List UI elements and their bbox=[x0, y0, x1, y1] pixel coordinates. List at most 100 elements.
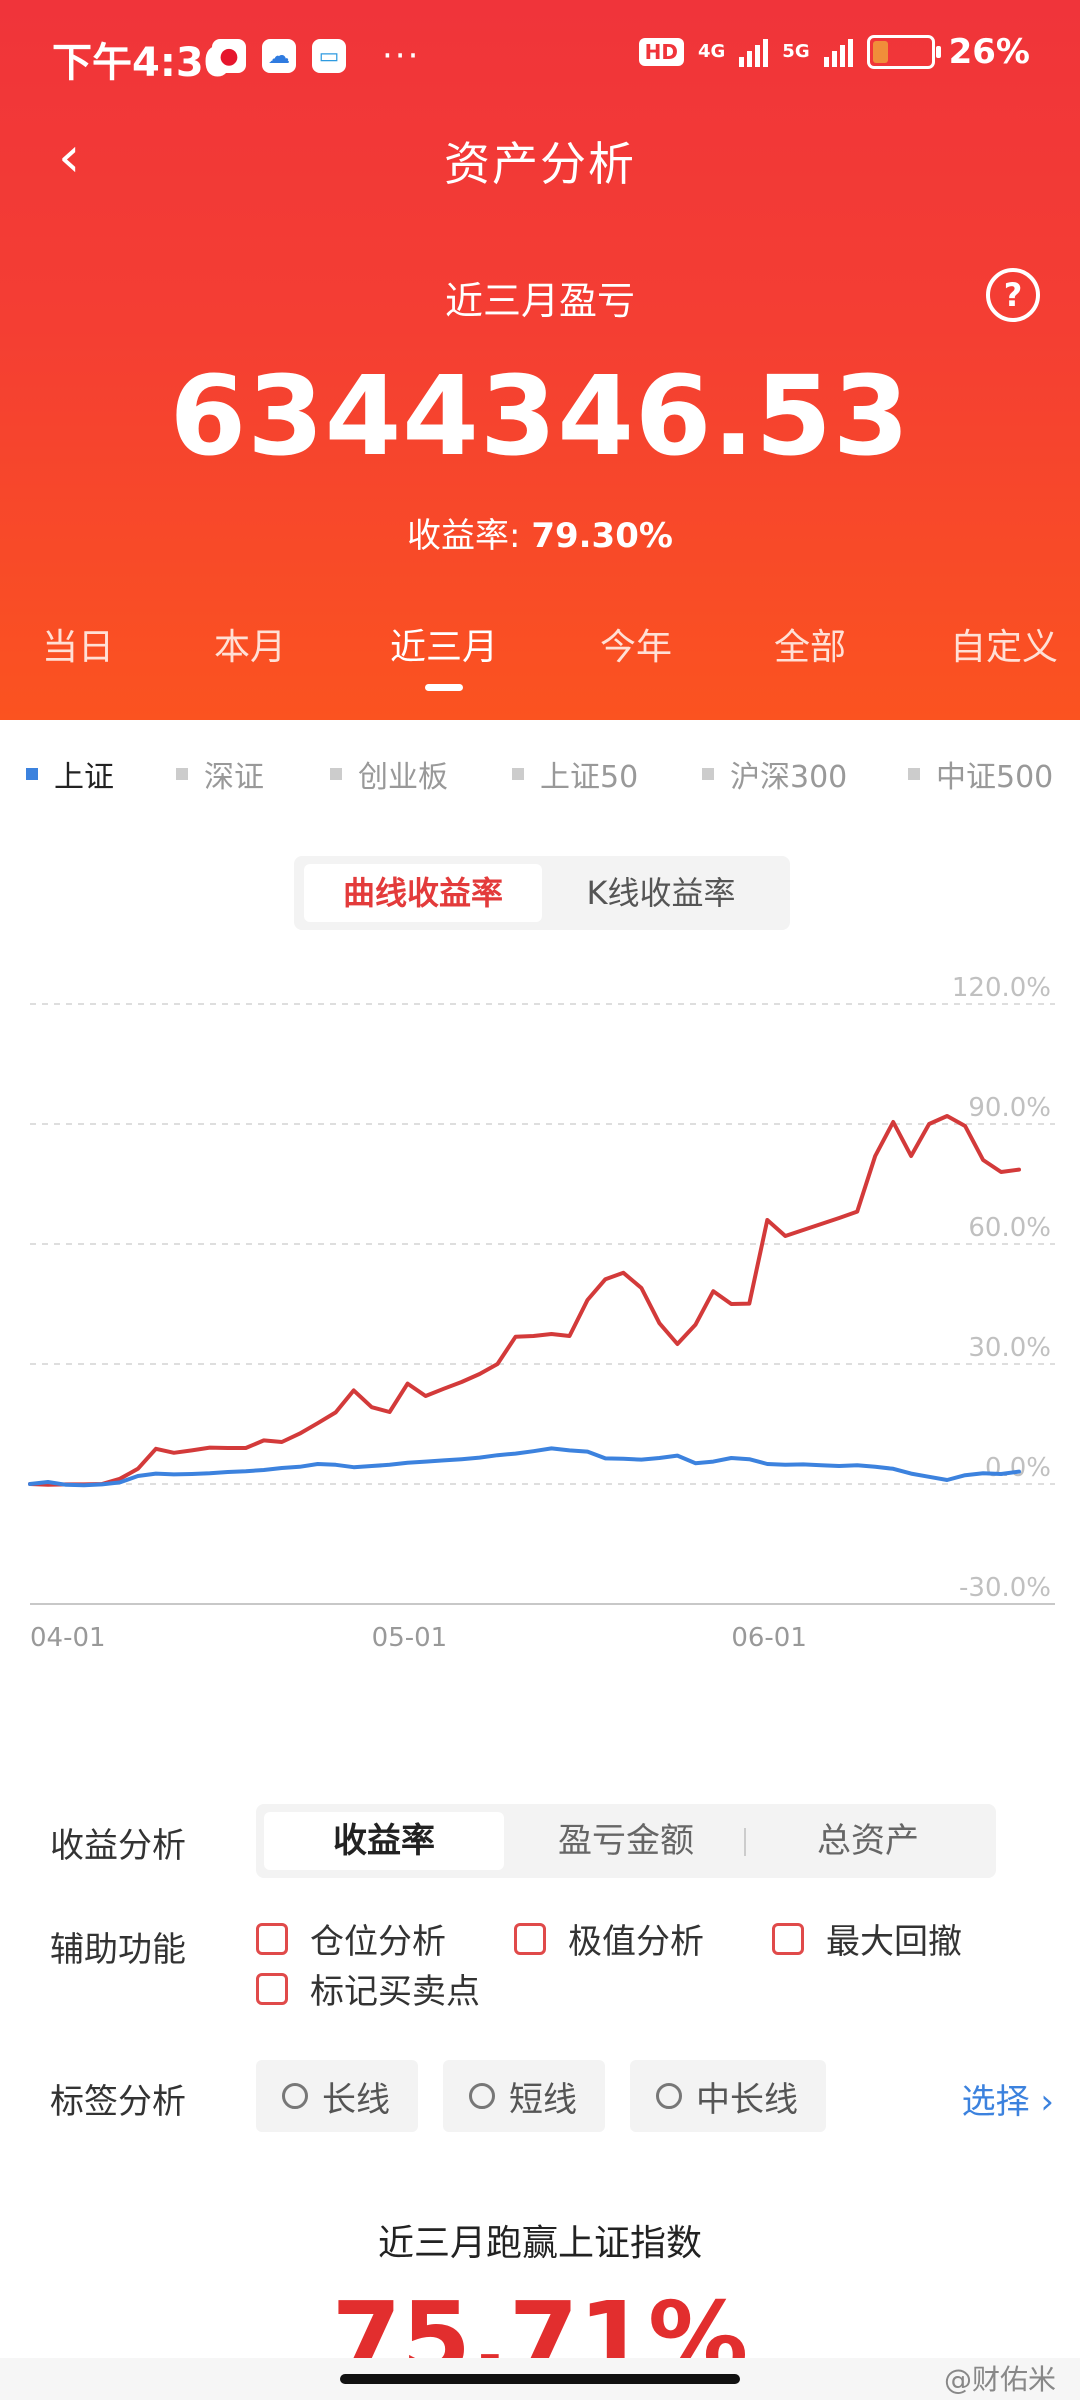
status-time: 下午4:30 bbox=[52, 40, 232, 86]
index-sse50[interactable]: 上证50 bbox=[512, 752, 638, 796]
legend-square bbox=[512, 768, 524, 780]
x-tick-label: 05-01 bbox=[372, 1623, 448, 1653]
index-label: 沪深300 bbox=[730, 760, 848, 795]
page-title: 资产分析 bbox=[444, 137, 636, 191]
checkbox-box bbox=[256, 1972, 288, 2005]
curve-return-button[interactable]: 曲线收益率 bbox=[304, 864, 542, 922]
signal-4g-icon bbox=[739, 37, 769, 67]
weibo-icon: ● bbox=[212, 39, 246, 73]
mark-trades-checkbox[interactable]: 标记买卖点 bbox=[256, 1964, 480, 2013]
analysis-label: 收益分析 bbox=[50, 1826, 186, 1866]
x-tick-label: 06-01 bbox=[731, 1623, 807, 1653]
index-selector: 上证 深证 创业板 上证50 沪深300 中证500 bbox=[0, 752, 1080, 802]
cloud-drive-icon: ☁ bbox=[262, 39, 296, 73]
extreme-analysis-checkbox[interactable]: 极值分析 bbox=[514, 1914, 704, 1963]
divider bbox=[744, 1828, 746, 1856]
status-bar: 下午4:30 ● ☁ ▭ ··· HD 4G 5G 26% bbox=[0, 0, 1080, 110]
legend-square bbox=[330, 768, 342, 780]
analysis-rate-button[interactable]: 收益率 bbox=[264, 1812, 504, 1870]
return-rate-label: 收益率: bbox=[407, 516, 521, 556]
chart-mode-toggle: 曲线收益率 K线收益率 bbox=[294, 856, 790, 930]
tab-this-year[interactable]: 今年 bbox=[600, 618, 672, 670]
tab-three-months[interactable]: 近三月 bbox=[390, 618, 499, 691]
tab-label: 近三月 bbox=[390, 627, 499, 668]
tab-all[interactable]: 全部 bbox=[774, 618, 846, 670]
help-icon[interactable]: ? bbox=[986, 268, 1040, 322]
position-analysis-checkbox[interactable]: 仓位分析 bbox=[256, 1914, 446, 1963]
status-app-icons: ● ☁ ▭ ··· bbox=[212, 36, 420, 76]
index-chinext[interactable]: 创业板 bbox=[330, 752, 448, 796]
radio-icon bbox=[282, 2083, 308, 2109]
battery-percent: 26% bbox=[948, 32, 1030, 72]
network-4g-label: 4G bbox=[697, 41, 726, 62]
beat-index-label: 近三月跑赢上证指数 bbox=[377, 2223, 702, 2264]
index-shanghai[interactable]: 上证 bbox=[26, 752, 114, 796]
tab-label: 全部 bbox=[774, 627, 847, 668]
battery-icon bbox=[866, 35, 941, 69]
analysis-assets-button[interactable]: 总资产 bbox=[748, 1812, 988, 1870]
y-tick-label: 90.0% bbox=[968, 1093, 1051, 1123]
radio-icon bbox=[656, 2083, 682, 2109]
chevron-right-icon: › bbox=[1040, 2082, 1054, 2122]
return-rate: 收益率: 79.30% bbox=[0, 508, 1080, 557]
y-tick-label: 60.0% bbox=[968, 1213, 1051, 1243]
legend-square bbox=[908, 768, 920, 780]
network-5g-label: 5G bbox=[782, 41, 810, 62]
y-tick-label: 0.0% bbox=[985, 1453, 1051, 1483]
tag-label: 短线 bbox=[509, 2079, 577, 2120]
kline-return-button[interactable]: K线收益率 bbox=[542, 864, 780, 922]
tag-mid-long-term[interactable]: 中长线 bbox=[630, 2060, 826, 2132]
tag-label: 中长线 bbox=[696, 2079, 798, 2120]
y-tick-label: 30.0% bbox=[968, 1333, 1051, 1363]
tab-label: 今年 bbox=[600, 627, 673, 668]
checkbox-label: 仓位分析 bbox=[310, 1922, 446, 1962]
watermark: @财佑米 bbox=[943, 2363, 1056, 2396]
period-tabs: 当日 本月 近三月 今年 全部 自定义 bbox=[0, 618, 1080, 691]
header: 下午4:30 ● ☁ ▭ ··· HD 4G 5G 26% ‹ 资产分析 近三月… bbox=[0, 0, 1080, 720]
return-chart[interactable]: 120.0% 90.0% 60.0% 30.0% 0.0% -30.0% 04-01 05-0… bbox=[0, 960, 1080, 1680]
period-profit-label: 近三月盈亏 bbox=[444, 279, 635, 323]
index-label: 中证500 bbox=[936, 760, 1054, 795]
tag-label: 长线 bbox=[322, 2079, 390, 2120]
x-tick-label: 04-01 bbox=[30, 1623, 106, 1653]
index-shenzhen[interactable]: 深证 bbox=[176, 752, 264, 796]
checkbox-box bbox=[772, 1922, 804, 1955]
hd-voice-icon: HD bbox=[638, 38, 684, 66]
aux-label: 辅助功能 bbox=[50, 1930, 186, 1970]
tag-long-term[interactable]: 长线 bbox=[256, 2060, 418, 2132]
profit-amount: 6344346.53 bbox=[169, 352, 911, 480]
checkbox-label: 最大回撤 bbox=[826, 1922, 962, 1962]
tab-custom[interactable]: 自定义 bbox=[950, 618, 1058, 670]
tab-underline bbox=[425, 684, 463, 691]
tags-label: 标签分析 bbox=[50, 2082, 186, 2122]
index-label: 创业板 bbox=[358, 760, 448, 795]
checkbox-box bbox=[514, 1922, 546, 1955]
legend-square bbox=[176, 768, 188, 780]
select-label: 选择 bbox=[961, 2082, 1030, 2122]
tag-short-term[interactable]: 短线 bbox=[443, 2060, 605, 2132]
portfolio-return-line bbox=[28, 1114, 1021, 1487]
y-tick-label: 120.0% bbox=[952, 973, 1051, 1003]
index-label: 上证 bbox=[54, 760, 114, 795]
wallet-icon: ▭ bbox=[312, 39, 346, 73]
analysis-toggle: 收益率 盈亏金额 总资产 bbox=[256, 1804, 996, 1878]
status-right: HD 4G 5G 26% bbox=[638, 32, 1030, 72]
max-drawdown-checkbox[interactable]: 最大回撤 bbox=[772, 1914, 962, 1963]
y-tick-label: -30.0% bbox=[959, 1573, 1051, 1603]
tab-today[interactable]: 当日 bbox=[42, 618, 114, 670]
checkbox-box bbox=[256, 1922, 288, 1955]
select-link[interactable]: 选择 › bbox=[962, 2074, 1054, 2123]
tab-this-month[interactable]: 本月 bbox=[214, 618, 286, 670]
index-csi500[interactable]: 中证500 bbox=[908, 752, 1053, 796]
analysis-amount-button[interactable]: 盈亏金额 bbox=[506, 1812, 746, 1870]
index-csi300[interactable]: 沪深300 bbox=[702, 752, 847, 796]
beat-index-value: 75.71% bbox=[331, 2280, 749, 2360]
tab-label: 本月 bbox=[214, 627, 287, 668]
index-label: 深证 bbox=[204, 760, 264, 795]
tab-label: 当日 bbox=[42, 627, 115, 668]
home-indicator[interactable] bbox=[340, 2374, 740, 2384]
checkbox-label: 标记买卖点 bbox=[310, 1972, 480, 2012]
checkbox-label: 极值分析 bbox=[568, 1922, 704, 1962]
return-rate-value: 79.30% bbox=[531, 516, 673, 556]
tab-label: 自定义 bbox=[950, 627, 1059, 668]
